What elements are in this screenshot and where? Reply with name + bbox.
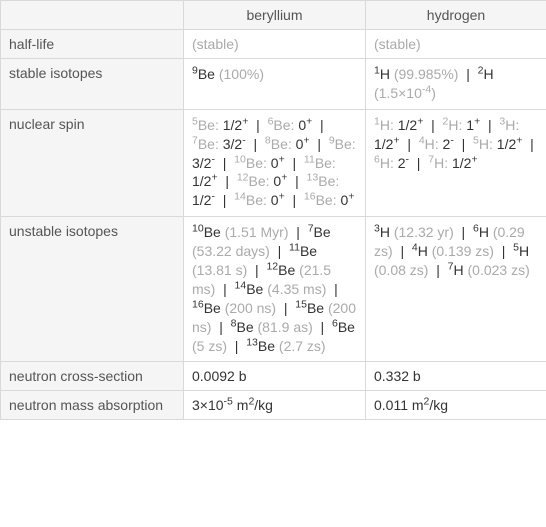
value: (stable) xyxy=(192,36,239,52)
cell-neutron-cs-be: 0.0092 b xyxy=(184,362,366,391)
cell-unstable-isotopes-be: 10Be (1.51 Myr) | 7Be (53.22 days) | 11B… xyxy=(184,217,366,362)
cell-stable-isotopes-h: 1H (99.985%) | 2H (1.5×10-4) xyxy=(366,59,546,110)
header-blank xyxy=(1,1,184,30)
cell-nuclear-spin-h: 1H: 1/2+ | 2H: 1+ | 3H: 1/2+ | 4H: 2- | … xyxy=(366,109,546,216)
row-neutron-mass-absorption: neutron mass absorption 3×10-5 m2/kg 0.0… xyxy=(1,391,546,420)
value: (stable) xyxy=(374,36,421,52)
header-beryllium: beryllium xyxy=(184,1,366,30)
row-neutron-cross-section: neutron cross-section 0.0092 b 0.332 b xyxy=(1,362,546,391)
label-neutron-ma: neutron mass absorption xyxy=(1,391,184,420)
cell-neutron-ma-h: 0.011 m2/kg xyxy=(366,391,546,420)
row-nuclear-spin: nuclear spin 5Be: 1/2+ | 6Be: 0+ | 7Be: … xyxy=(1,109,546,216)
row-stable-isotopes: stable isotopes 9Be (100%) 1H (99.985%) … xyxy=(1,59,546,110)
cell-neutron-ma-be: 3×10-5 m2/kg xyxy=(184,391,366,420)
label-neutron-cs: neutron cross-section xyxy=(1,362,184,391)
cell-neutron-cs-h: 0.332 b xyxy=(366,362,546,391)
header-row: beryllium hydrogen xyxy=(1,1,546,30)
label-stable-isotopes: stable isotopes xyxy=(1,59,184,110)
cell-half-life-h: (stable) xyxy=(366,30,546,59)
header-hydrogen: hydrogen xyxy=(366,1,546,30)
label-nuclear-spin: nuclear spin xyxy=(1,109,184,216)
row-half-life: half-life (stable) (stable) xyxy=(1,30,546,59)
comparison-table: beryllium hydrogen half-life (stable) (s… xyxy=(0,0,546,420)
row-unstable-isotopes: unstable isotopes 10Be (1.51 Myr) | 7Be … xyxy=(1,217,546,362)
label-half-life: half-life xyxy=(1,30,184,59)
label-unstable-isotopes: unstable isotopes xyxy=(1,217,184,362)
cell-stable-isotopes-be: 9Be (100%) xyxy=(184,59,366,110)
cell-nuclear-spin-be: 5Be: 1/2+ | 6Be: 0+ | 7Be: 3/2- | 8Be: 0… xyxy=(184,109,366,216)
cell-unstable-isotopes-h: 3H (12.32 yr) | 6H (0.29 zs) | 4H (0.139… xyxy=(366,217,546,362)
cell-half-life-be: (stable) xyxy=(184,30,366,59)
